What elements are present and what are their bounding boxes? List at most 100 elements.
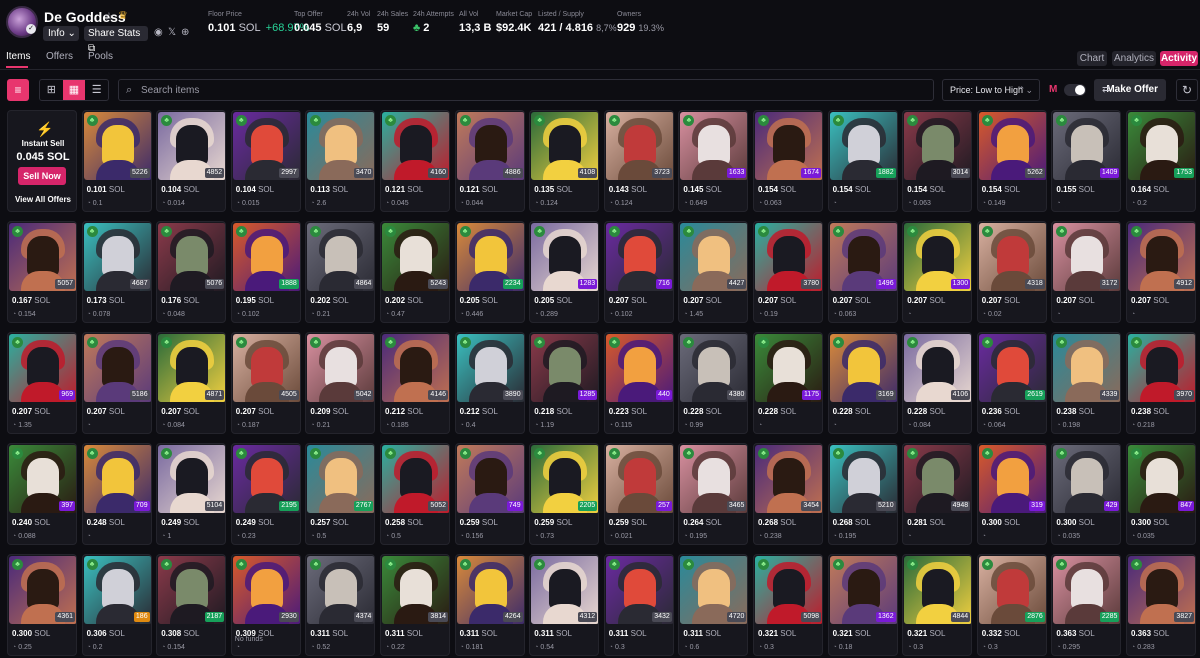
- nft-image[interactable]: ♣ 2619: [978, 334, 1046, 402]
- nft-card[interactable]: ♣43740.311 SOL0.52: [305, 554, 376, 656]
- nft-image[interactable]: ♣ 1888: [232, 223, 300, 291]
- tab-offers[interactable]: Offers: [46, 51, 73, 62]
- nft-image[interactable]: ♣ 4106: [904, 334, 972, 402]
- nft-image[interactable]: ♣ 4948: [904, 445, 972, 513]
- nft-image[interactable]: ♣ 1283: [531, 223, 599, 291]
- nft-card[interactable]: ♣ 397 0.240 SOL 0.088: [7, 443, 77, 545]
- nft-image[interactable]: ♣ 3454: [755, 445, 822, 513]
- nft-card[interactable]: ♣12850.218 SOL1.19: [529, 332, 600, 434]
- nft-card[interactable]: ♣ 4720 0.311 SOL 0.6: [678, 554, 749, 656]
- nft-image[interactable]: ♣ 2285: [1053, 556, 1121, 624]
- nft-image[interactable]: ♣ 440: [605, 334, 673, 402]
- nft-card[interactable]: ♣ 1283 0.205 SOL 0.289: [529, 221, 600, 323]
- nft-card[interactable]: ♣52430.202 SOL0.47: [380, 221, 450, 323]
- nft-card[interactable]: ♣43120.311 SOL0.54: [529, 554, 600, 656]
- nft-image[interactable]: ♣ 2195: [232, 445, 300, 513]
- view-all-offers-link[interactable]: View All Offers: [8, 195, 78, 204]
- nft-card[interactable]: ♣ 5057 0.167 SOL 0.154: [7, 221, 77, 323]
- nft-card[interactable]: ♣ 4339 0.238 SOL 0.198: [1051, 332, 1122, 434]
- nft-card[interactable]: ♣ 257 0.259 SOL 0.021: [603, 443, 674, 545]
- nft-image[interactable]: ♣ 5186: [83, 334, 151, 402]
- filter-toggle-button[interactable]: ≡: [7, 79, 29, 101]
- nft-card[interactable]: ♣ 4687 0.173 SOL 0.078: [81, 221, 152, 323]
- share-stats-button[interactable]: Share Stats ⧉: [84, 26, 148, 54]
- nft-image[interactable]: ♣ 5262: [978, 112, 1046, 180]
- nft-card[interactable]: ♣ 1674 0.154 SOL 0.063: [753, 110, 823, 212]
- nft-card[interactable]: ♣ 319 0.300 SOL: [976, 443, 1047, 545]
- nft-image[interactable]: ♣ 1409: [1053, 112, 1121, 180]
- nft-image[interactable]: ♣ 5226: [83, 112, 151, 180]
- nft-image[interactable]: ♣ 3780: [755, 223, 822, 291]
- nft-image[interactable]: ♣ 186: [83, 556, 151, 624]
- nft-card[interactable]: ♣ 4948 0.281 SOL: [902, 443, 973, 545]
- nft-image[interactable]: ♣ 4505: [232, 334, 300, 402]
- nft-card[interactable]: ♣ 3970 0.238 SOL 0.218: [1126, 332, 1196, 434]
- nft-image[interactable]: ♣ 5057: [9, 223, 76, 291]
- nft-image[interactable]: ♣ 4912: [1128, 223, 1195, 291]
- nft-image[interactable]: ♣ 2205: [531, 445, 599, 513]
- nft-image[interactable]: ♣ 2187: [158, 556, 226, 624]
- nft-image[interactable]: ♣ 4318: [978, 223, 1046, 291]
- tab-items[interactable]: Items: [6, 51, 30, 62]
- nft-card[interactable]: ♣ 440 0.223 SOL 0.115: [603, 332, 674, 434]
- nft-card[interactable]: ♣ 716 0.207 SOL 0.102: [603, 221, 674, 323]
- nft-card[interactable]: ♣ 4912 0.207 SOL: [1126, 221, 1196, 323]
- refresh-button[interactable]: ↻: [1176, 79, 1198, 101]
- nft-image[interactable]: ♣ 5042: [307, 334, 375, 402]
- nft-card[interactable]: ♣ 4844 0.321 SOL 0.3: [902, 554, 973, 656]
- nft-image[interactable]: ♣ 257: [605, 445, 673, 513]
- info-dropdown-button[interactable]: Info ⌄: [43, 26, 79, 41]
- nft-image[interactable]: ♣ 2234: [456, 223, 524, 291]
- nft-image[interactable]: ♣ 5076: [158, 223, 226, 291]
- nft-image[interactable]: ♣ 2767: [307, 445, 375, 513]
- nft-image[interactable]: ♣ 716: [605, 223, 673, 291]
- nft-image[interactable]: ♣ 5243: [382, 223, 449, 291]
- nft-image[interactable]: ♣ 4720: [680, 556, 748, 624]
- nft-card[interactable]: ♣43180.207 SOL0.02: [976, 221, 1047, 323]
- nft-card[interactable]: ♣ 1888 0.195 SOL 0.102: [230, 221, 301, 323]
- nft-card[interactable]: ♣ 5076 0.176 SOL 0.048: [156, 221, 227, 323]
- nft-image[interactable]: ♣ 5104: [158, 445, 226, 513]
- nft-card[interactable]: ♣ 4505 0.207 SOL 0.187: [230, 332, 301, 434]
- nft-card[interactable]: ♣ 1753 0.164 SOL 0.2: [1126, 110, 1196, 212]
- nft-image[interactable]: ♣ 3470: [307, 112, 375, 180]
- nft-image[interactable]: ♣ 749: [456, 445, 524, 513]
- nft-image[interactable]: ♣ 5098: [755, 556, 822, 624]
- nft-image[interactable]: ♣ 3465: [680, 445, 748, 513]
- nft-card[interactable]: ♣ 2876 0.332 SOL 0.3: [976, 554, 1047, 656]
- nft-image[interactable]: ♣ 4339: [1053, 334, 1121, 402]
- nft-card[interactable]: ♣ 5104 0.249 SOL 1: [156, 443, 227, 545]
- nft-card[interactable]: ♣ 4886 0.121 SOL 0.044: [454, 110, 525, 212]
- grid-compact-view-button[interactable]: ▦: [62, 80, 86, 100]
- nft-card[interactable]: ♣ 4106 0.228 SOL 0.084: [902, 332, 973, 434]
- nft-card[interactable]: ♣ 4108 0.135 SOL 0.124: [529, 110, 600, 212]
- nft-card[interactable]: ♣ 2997 0.104 SOL 0.015: [230, 110, 301, 212]
- nft-card[interactable]: ♣ 4146 0.212 SOL 0.185: [380, 332, 450, 434]
- nft-image[interactable]: ♣ 3723: [605, 112, 673, 180]
- nft-card[interactable]: ♣ 5226 0.101 SOL 0.1: [81, 110, 152, 212]
- nft-card[interactable]: ♣37800.207 SOL0.19: [753, 221, 823, 323]
- nft-image[interactable]: ♣ 1674: [755, 112, 822, 180]
- website-globe-icon[interactable]: ⊕: [181, 27, 189, 38]
- nft-card[interactable]: ♣ 3827 0.363 SOL 0.283: [1126, 554, 1196, 656]
- nft-image[interactable]: ♣ 3172: [1053, 223, 1121, 291]
- nft-image[interactable]: ♣ 319: [978, 445, 1046, 513]
- nft-image[interactable]: ♣ 4380: [680, 334, 748, 402]
- nft-image[interactable]: ♣ 4108: [531, 112, 599, 180]
- sell-now-button[interactable]: Sell Now: [18, 167, 66, 185]
- nft-card[interactable]: ♣ 4871 0.207 SOL 0.084: [156, 332, 227, 434]
- nft-image[interactable]: ♣ 3890: [456, 334, 524, 402]
- nft-image[interactable]: ♣ 3814: [382, 556, 449, 624]
- x-twitter-icon[interactable]: 𝕏: [168, 27, 176, 38]
- nft-card[interactable]: ♣ 3432 0.311 SOL 0.3: [603, 554, 674, 656]
- list-view-button[interactable]: ☰: [85, 80, 108, 100]
- nft-image[interactable]: ♣ 847: [1128, 445, 1195, 513]
- nft-card[interactable]: ♣44270.207 SOL1.45: [678, 221, 749, 323]
- tab-analytics[interactable]: Analytics: [1112, 51, 1156, 66]
- nft-card[interactable]: ♣ 3454 0.268 SOL 0.238: [753, 443, 823, 545]
- nft-image[interactable]: ♣ 4160: [382, 112, 449, 180]
- nft-card[interactable]: ♣ 3890 0.212 SOL 0.4: [454, 332, 525, 434]
- nft-card[interactable]: ♣ 2234 0.205 SOL 0.446: [454, 221, 525, 323]
- nft-image[interactable]: ♣ 1300: [904, 223, 972, 291]
- nft-image[interactable]: ♣ 709: [83, 445, 151, 513]
